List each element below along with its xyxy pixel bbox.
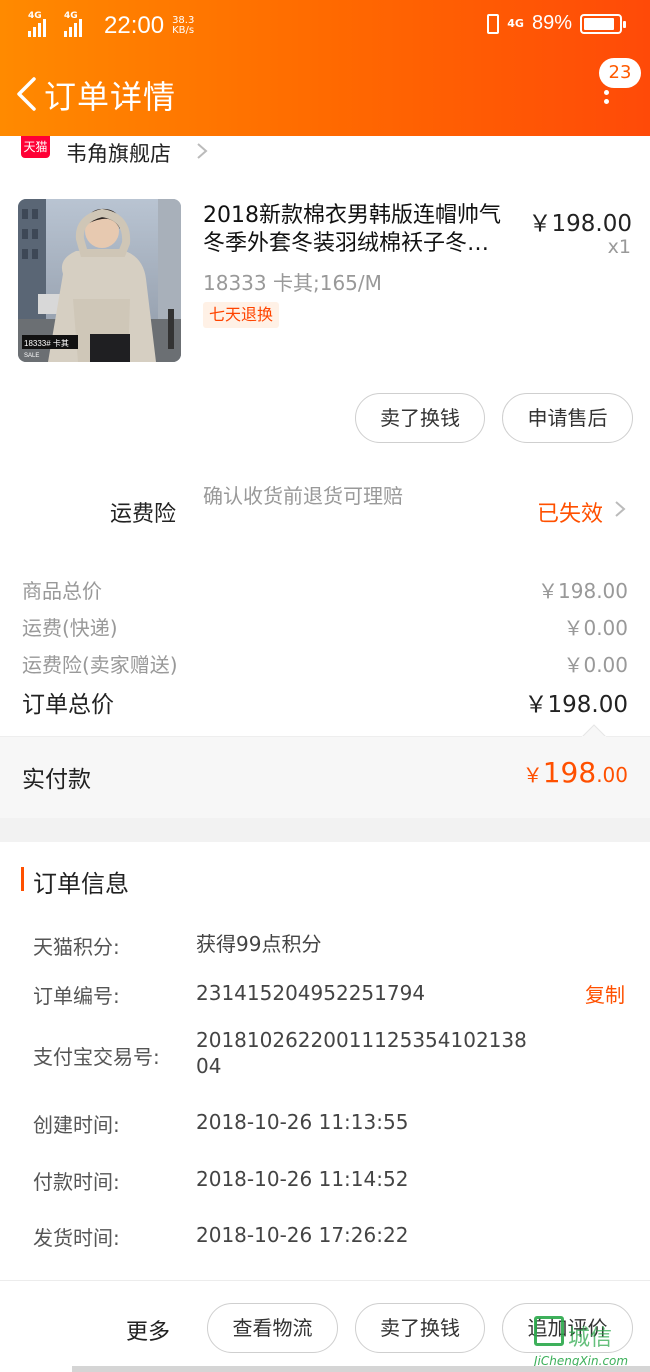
info-value-points: 获得99点积分 — [196, 932, 322, 956]
more-menu-icon[interactable] — [600, 90, 612, 110]
product-image-label: 18333# 卡其 — [24, 338, 69, 348]
info-value-order-number: 231415204952251794 — [196, 981, 426, 1005]
network-type-2: 4G — [64, 11, 78, 21]
watermark: 城信 JiChengXin.com — [534, 1316, 650, 1372]
status-time: 22:00 — [104, 12, 165, 39]
signal-icon-2: 4G — [64, 11, 92, 37]
actual-payment-label: 实付款 — [22, 767, 91, 793]
section-accent-bar — [21, 867, 24, 891]
status-bar: 4G 4G 22:00 38.3 KB/s 4G 89% — [0, 0, 650, 52]
info-key-alipay-number: 支付宝交易号: — [33, 1045, 160, 1069]
product-quantity: x1 — [607, 236, 631, 258]
goods-total-value: ￥198.00 — [538, 579, 628, 603]
product-image-sublabel: SALE — [24, 353, 39, 359]
product-image[interactable]: 18333# 卡其 SALE — [18, 199, 181, 362]
info-value-created: 2018-10-26 11:13:55 — [196, 1110, 409, 1134]
payment-decimal: .00 — [596, 763, 628, 787]
sell-exchange-button[interactable]: 卖了换钱 — [355, 393, 485, 443]
bottom-sell-exchange-button[interactable]: 卖了换钱 — [355, 1303, 485, 1353]
app-header: 4G 4G 22:00 38.3 KB/s 4G 89% 订单详情 23 — [0, 0, 650, 136]
after-sale-button[interactable]: 申请售后 — [502, 393, 633, 443]
shipping-insurance-status[interactable]: 已失效 — [537, 496, 603, 528]
shipping-insurance-desc: 确认收货前退货可理赔 — [203, 484, 403, 508]
insurance-fee-value: ￥0.00 — [563, 653, 628, 677]
chevron-right-icon[interactable] — [614, 500, 626, 518]
pointer-arrow — [582, 724, 606, 737]
info-key-paid-time: 付款时间: — [33, 1170, 120, 1194]
status-bar-right: 4G 89% — [487, 12, 626, 35]
network-speed: 38.3 KB/s — [172, 16, 194, 36]
tmall-logo: 天猫 — [21, 136, 50, 158]
shipping-insurance-label: 运费险 — [110, 502, 177, 527]
goods-total-label: 商品总价 — [22, 579, 102, 603]
order-info-title: 订单信息 — [33, 870, 129, 898]
shop-name[interactable]: 韦角旗舰店 — [66, 138, 171, 168]
back-arrow-icon[interactable] — [14, 76, 40, 112]
info-key-created: 创建时间: — [33, 1113, 120, 1137]
info-key-order-number: 订单编号: — [33, 984, 120, 1008]
battery-fill — [584, 17, 615, 30]
watermark-text: 城信 — [568, 1326, 613, 1351]
insurance-fee-label: 运费险(卖家赠送) — [22, 653, 178, 677]
message-count-badge[interactable]: 23 — [599, 58, 641, 88]
watermark-logo — [534, 1316, 564, 1346]
product-sku: 18333 卡其;165/M — [203, 271, 382, 295]
info-key-shipped-time: 发货时间: — [33, 1226, 120, 1250]
network-type-3: 4G — [507, 17, 524, 30]
payment-integer: 198 — [542, 756, 597, 789]
battery-percent: 89% — [531, 12, 572, 34]
info-value-paid-time: 2018-10-26 11:14:52 — [196, 1167, 409, 1191]
home-indicator — [72, 1366, 650, 1372]
network-speed-unit: KB/s — [172, 25, 195, 36]
copy-order-number-button[interactable]: 复制 — [585, 979, 625, 1008]
info-value-shipped-time: 2018-10-26 17:26:22 — [196, 1223, 409, 1247]
network-type-1: 4G — [28, 11, 42, 21]
status-bar-left: 4G 4G 22:00 38.3 KB/s — [28, 11, 194, 40]
section-divider — [0, 818, 650, 842]
more-actions-button[interactable]: 更多 — [126, 1314, 170, 1346]
signal-icon-1: 4G — [28, 11, 58, 37]
seven-day-return-tag: 七天退换 — [203, 302, 280, 328]
currency-symbol: ￥ — [522, 763, 543, 787]
shipping-fee-label: 运费(快递) — [22, 616, 118, 640]
battery-icon — [580, 13, 626, 34]
info-value-alipay-number: 2018102622001112535410213804 — [196, 1028, 527, 1078]
page-title: 订单详情 — [44, 78, 177, 116]
bottom-bar-divider — [0, 1280, 650, 1281]
product-price: ￥198.00 — [528, 211, 632, 237]
actual-payment-value: ￥198.00 — [523, 756, 628, 789]
chevron-right-icon — [197, 143, 208, 159]
vibrate-icon — [487, 13, 500, 34]
product-title[interactable]: 2018新款棉衣男韩版连帽帅气冬季外套冬装羽绒棉袄子冬… — [203, 202, 521, 258]
shop-row[interactable]: 天猫 韦角旗舰店 — [0, 136, 650, 176]
shipping-fee-value: ￥0.00 — [563, 616, 628, 640]
order-total-value: ￥198.00 — [524, 692, 628, 718]
order-total-label: 订单总价 — [22, 692, 114, 718]
product-photo: 18333# 卡其 SALE — [18, 199, 181, 362]
info-key-points: 天猫积分: — [33, 935, 120, 959]
view-logistics-button[interactable]: 查看物流 — [207, 1303, 338, 1353]
